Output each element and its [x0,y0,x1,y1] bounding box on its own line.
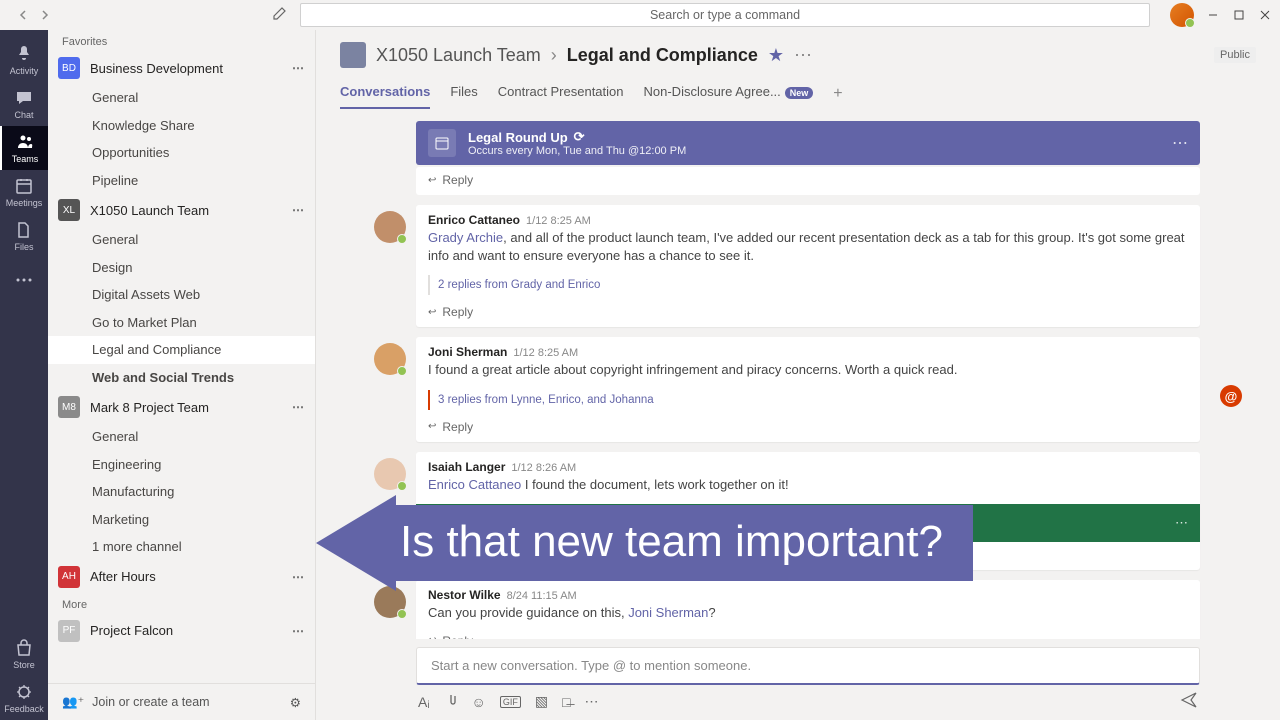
team-row[interactable]: AH After Hours ⋯ [48,561,315,593]
replies-summary[interactable]: 3 replies from Lynne, Enrico, and Johann… [428,390,1188,410]
rail-store[interactable]: Store [0,632,48,676]
reply-button[interactable]: ↩Reply [416,167,1200,195]
meeting-more-icon[interactable]: ⋯ [1172,133,1188,153]
rail-more[interactable] [0,258,48,302]
profile-avatar[interactable] [1170,3,1194,27]
team-row[interactable]: M8 Mark 8 Project Team ⋯ [48,391,315,423]
calendar-icon [428,129,456,157]
channel-tabs: Conversations Files Contract Presentation N… [340,78,1256,109]
team-more-icon[interactable]: ⋯ [292,570,305,584]
breadcrumb-channel: Legal and Compliance [567,45,758,66]
channel-item[interactable]: Web and Social Trends [48,364,315,392]
channel-content: X1050 Launch Team › Legal and Compliance… [316,30,1280,720]
rail-chat[interactable]: Chat [0,82,48,126]
channel-item[interactable]: Opportunities [48,139,315,167]
gif-icon[interactable]: GIF [500,696,521,708]
message: Enrico Cattaneo1/12 8:25 AM Grady Archie… [416,205,1200,327]
app-rail: ActivityChatTeamsMeetingsFiles StoreFeed… [0,30,48,720]
join-create-team[interactable]: 👥⁺ Join or create a team ⚙ [48,683,315,720]
favorite-star-icon[interactable]: ★ [768,45,784,66]
channel-item[interactable]: Manufacturing [48,478,315,506]
channel-item[interactable]: Knowledge Share [48,112,315,140]
channel-item[interactable]: General [48,226,315,254]
reply-button[interactable]: ↩Reply [416,299,1200,327]
meeting-card[interactable]: Legal Round Up ⟳Occurs every Mon, Tue an… [416,121,1200,165]
close-button[interactable] [1258,8,1272,22]
rail-activity[interactable]: Activity [0,38,48,82]
channel-item[interactable]: General [48,84,315,112]
channel-item[interactable]: Engineering [48,451,315,479]
attach-icon[interactable] [444,693,458,710]
more-compose-icon[interactable]: ⋯ [585,693,599,710]
channel-item[interactable]: General [48,423,315,451]
emoji-icon[interactable]: ☺ [472,694,486,710]
rail-feedback[interactable]: Feedback [0,676,48,720]
channel-item[interactable]: Legal and Compliance [48,336,315,364]
maximize-button[interactable] [1232,8,1246,22]
public-badge: Public [1214,47,1256,63]
replies-summary[interactable]: 2 replies from Grady and Enrico [428,275,1188,295]
team-row[interactable]: PF Project Falcon ⋯ [48,615,315,647]
reply-button[interactable]: ↩Reply [416,414,1200,442]
annotation-callout: Is that new team important? [316,495,973,591]
tab[interactable]: Conversations [340,78,430,109]
rail-teams[interactable]: Teams [0,126,48,170]
channel-team-icon [340,42,366,68]
search-input[interactable]: Search or type a command [300,3,1150,27]
recurring-icon: ⟳ [574,129,585,145]
sticker-icon[interactable]: ▧ [535,693,548,710]
channel-item[interactable]: Go to Market Plan [48,309,315,337]
format-icon[interactable]: Aᵢ [418,694,430,710]
team-row[interactable]: XL X1050 Launch Team ⋯ [48,194,315,226]
minimize-button[interactable] [1206,8,1220,22]
rail-meetings[interactable]: Meetings [0,170,48,214]
add-tab-icon[interactable]: + [833,85,842,103]
favorites-label: Favorites [48,30,315,52]
team-more-icon[interactable]: ⋯ [292,400,305,414]
settings-icon[interactable]: ⚙ [290,695,301,710]
meet-now-icon[interactable]: □̶ [562,694,570,710]
channel-more-icon[interactable]: ⋯ [794,45,812,66]
channel-item[interactable]: Marketing [48,506,315,534]
channel-item[interactable]: Design [48,254,315,282]
back-button[interactable] [16,8,30,22]
channel-item[interactable]: Pipeline [48,167,315,195]
tab[interactable]: Non-Disclosure Agree...New [644,78,814,109]
avatar[interactable] [374,343,406,375]
rail-files[interactable]: Files [0,214,48,258]
message: @ Joni Sherman1/12 8:25 AM I found a gre… [416,337,1200,441]
titlebar: Search or type a command [0,0,1280,30]
avatar[interactable] [374,211,406,243]
breadcrumb-team[interactable]: X1050 Launch Team [376,45,541,66]
more-label: More [48,593,315,615]
tab[interactable]: Files [450,78,477,109]
forward-button[interactable] [38,8,52,22]
mention-badge: @ [1220,385,1242,407]
team-more-icon[interactable]: ⋯ [292,61,305,75]
channel-item[interactable]: 1 more channel [48,533,315,561]
team-more-icon[interactable]: ⋯ [292,624,305,638]
team-row[interactable]: BD Business Development ⋯ [48,52,315,84]
file-more-icon[interactable]: ⋯ [1175,515,1188,531]
tab[interactable]: Contract Presentation [498,78,624,109]
channel-item[interactable]: Digital Assets Web [48,281,315,309]
message-composer[interactable]: Start a new conversation. Type @ to ment… [416,647,1200,685]
team-more-icon[interactable]: ⋯ [292,203,305,217]
teams-sidebar: Favorites BD Business Development ⋯Gener… [48,30,316,720]
reply-button[interactable]: ↩Reply [416,628,1200,639]
avatar[interactable] [374,458,406,490]
compose-icon[interactable] [272,5,288,26]
send-icon[interactable] [1180,691,1198,712]
